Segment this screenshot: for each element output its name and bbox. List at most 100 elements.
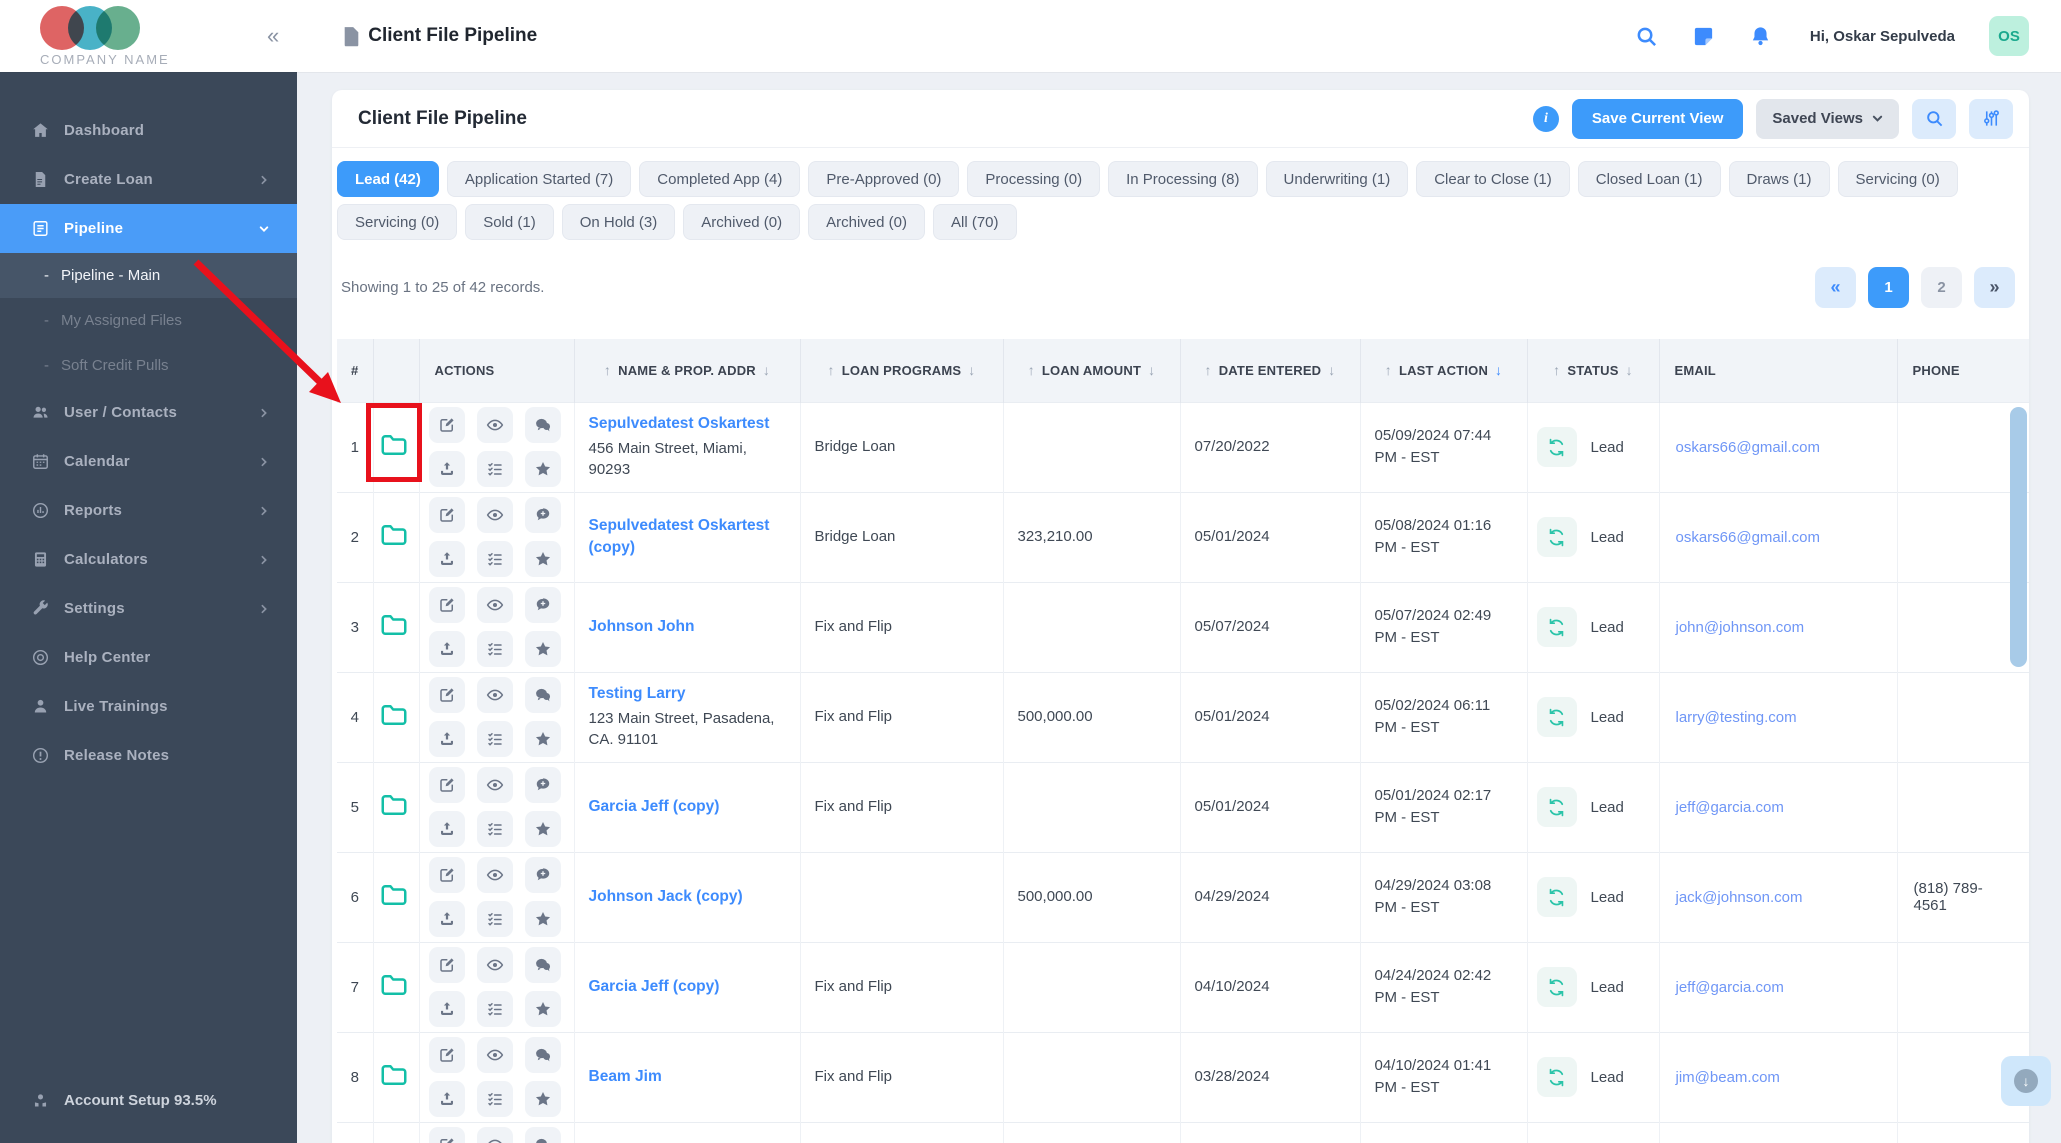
favorite-button[interactable]	[524, 631, 561, 667]
client-name-link[interactable]: Garcia Jeff (copy)	[589, 978, 720, 995]
sidebar-item-reports[interactable]: Reports	[0, 486, 297, 535]
favorite-button[interactable]	[524, 451, 561, 487]
upload-button[interactable]	[428, 631, 465, 667]
upload-button[interactable]	[428, 991, 465, 1027]
chat-button[interactable]	[524, 497, 561, 533]
tab-application-started-7[interactable]: Application Started (7)	[446, 161, 632, 197]
tasks-button[interactable]	[476, 721, 513, 757]
sidebar-item-account-setup[interactable]: Account Setup 93.5%	[0, 1076, 297, 1125]
edit-button[interactable]	[428, 497, 465, 533]
favorite-button[interactable]	[524, 1081, 561, 1117]
sidebar-item-live-trainings[interactable]: Live Trainings	[0, 682, 297, 731]
favorite-button[interactable]	[524, 721, 561, 757]
column-header-date-entered[interactable]: ↑ DATE ENTERED ↓	[1179, 339, 1360, 402]
chat-button[interactable]	[524, 947, 561, 983]
column-header-last-action[interactable]: ↑ LAST ACTION ↓	[1359, 339, 1527, 402]
sidebar-item-user-contacts[interactable]: User / Contacts	[0, 388, 297, 437]
tab-lead-42[interactable]: Lead (42)	[337, 161, 439, 197]
client-name-link[interactable]: Testing Larry	[589, 685, 686, 702]
upload-button[interactable]	[428, 901, 465, 937]
sidebar-item-release-notes[interactable]: Release Notes	[0, 731, 297, 780]
upload-button[interactable]	[428, 541, 465, 577]
view-button[interactable]	[476, 857, 513, 893]
column-header-loan-amount[interactable]: ↑ LOAN AMOUNT ↓	[1002, 339, 1180, 402]
upload-button[interactable]	[428, 451, 465, 487]
tab-in-processing-8[interactable]: In Processing (8)	[1108, 161, 1258, 197]
sidebar-item-dashboard[interactable]: Dashboard	[0, 106, 297, 155]
client-name-link[interactable]: Johnson Jack (copy)	[589, 888, 743, 905]
view-button[interactable]	[476, 1037, 513, 1073]
status-sync-button[interactable]	[1536, 787, 1577, 827]
favorite-button[interactable]	[524, 901, 561, 937]
upload-button[interactable]	[428, 721, 465, 757]
favorite-button[interactable]	[524, 991, 561, 1027]
client-name-link[interactable]: Garcia Jeff (copy)	[589, 798, 720, 815]
status-sync-button[interactable]	[1536, 967, 1577, 1007]
status-sync-button[interactable]	[1536, 427, 1577, 467]
sort-down-icon[interactable]: ↓	[1495, 362, 1502, 378]
open-file-folder-button[interactable]	[379, 880, 413, 910]
tab-archived-0[interactable]: Archived (0)	[683, 204, 801, 240]
tab-closed-loan-1[interactable]: Closed Loan (1)	[1577, 161, 1721, 197]
email-cell[interactable]: oskars66@gmail.com	[1658, 491, 1897, 582]
search-icon[interactable]	[1635, 25, 1658, 48]
client-name-link[interactable]: Johnson John	[589, 618, 695, 635]
sort-up-icon[interactable]: ↑	[827, 362, 834, 378]
sort-down-icon[interactable]: ↓	[763, 362, 770, 378]
sidebar-item-pipeline-main[interactable]: - Pipeline - Main	[0, 253, 297, 298]
tab-archived-0[interactable]: Archived (0)	[808, 204, 925, 240]
email-cell[interactable]: jim@beam.com	[1658, 1031, 1897, 1122]
email-cell[interactable]: oskars66@gmail.com	[1658, 401, 1897, 492]
sidebar-collapse-icon[interactable]: «	[267, 23, 279, 49]
tasks-button[interactable]	[476, 991, 513, 1027]
sort-down-icon[interactable]: ↓	[968, 362, 975, 378]
view-button[interactable]	[476, 587, 513, 623]
note-icon[interactable]	[1692, 25, 1715, 48]
tab-processing-0[interactable]: Processing (0)	[967, 161, 1101, 197]
open-file-folder-button[interactable]	[379, 610, 413, 640]
edit-button[interactable]	[428, 677, 465, 713]
sidebar-item-help-center[interactable]: Help Center	[0, 633, 297, 682]
tab-pre-approved-0[interactable]: Pre-Approved (0)	[808, 161, 960, 197]
sort-up-icon[interactable]: ↑	[604, 362, 611, 378]
chat-button[interactable]	[524, 677, 561, 713]
tasks-button[interactable]	[476, 631, 513, 667]
open-file-folder-button[interactable]	[379, 1060, 413, 1090]
chat-button[interactable]	[524, 587, 561, 623]
pagination-page-1[interactable]: 1	[1868, 267, 1909, 308]
sort-down-icon[interactable]: ↓	[1626, 362, 1633, 378]
scroll-to-bottom-button[interactable]: ↓	[2001, 1056, 2051, 1106]
open-file-folder-button[interactable]	[379, 790, 413, 820]
sidebar-item-calendar[interactable]: Calendar	[0, 437, 297, 486]
info-icon[interactable]: i	[1532, 105, 1559, 132]
sidebar-item-my-assigned-files[interactable]: - My Assigned Files	[0, 298, 297, 343]
pagination-first-button[interactable]: «	[1815, 267, 1856, 308]
pagination-last-button[interactable]: »	[1974, 267, 2015, 308]
pagination-page-2[interactable]: 2	[1921, 267, 1962, 308]
tab-sold-1[interactable]: Sold (1)	[465, 204, 554, 240]
chat-button[interactable]	[524, 1127, 561, 1143]
upload-button[interactable]	[428, 811, 465, 847]
sort-up-icon[interactable]: ↑	[1385, 362, 1392, 378]
status-sync-button[interactable]	[1536, 607, 1577, 647]
tasks-button[interactable]	[476, 451, 513, 487]
view-button[interactable]	[476, 1127, 513, 1143]
edit-button[interactable]	[428, 407, 465, 443]
edit-button[interactable]	[428, 1127, 465, 1143]
upload-button[interactable]	[428, 1081, 465, 1117]
open-file-folder-button[interactable]	[379, 970, 413, 1000]
column-header-status[interactable]: ↑ STATUS ↓	[1526, 339, 1659, 402]
tab-draws-1[interactable]: Draws (1)	[1728, 161, 1830, 197]
chat-button[interactable]	[524, 857, 561, 893]
view-button[interactable]	[476, 497, 513, 533]
tasks-button[interactable]	[476, 541, 513, 577]
email-cell[interactable]: jeff@garcia.com	[1658, 761, 1897, 852]
sidebar-item-settings[interactable]: Settings	[0, 584, 297, 633]
table-scrollbar[interactable]	[2010, 407, 2027, 667]
view-button[interactable]	[476, 677, 513, 713]
save-current-view-button[interactable]: Save Current View	[1571, 98, 1744, 139]
email-cell[interactable]: john@johnson.com	[1658, 581, 1897, 672]
status-sync-button[interactable]	[1536, 697, 1577, 737]
view-button[interactable]	[476, 767, 513, 803]
email-cell[interactable]: larry@testing.com	[1658, 671, 1897, 762]
